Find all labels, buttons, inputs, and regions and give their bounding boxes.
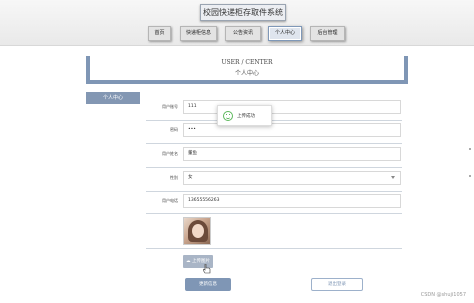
gender-label: 性别 [170, 175, 178, 180]
app-title: 校园快递柜存取件系统 [200, 4, 286, 21]
divider [146, 167, 402, 168]
upload-success-toast: 上传成功 [217, 105, 272, 126]
chevron-down-icon [391, 176, 395, 179]
user-center-heading-en: USER / CENTER [221, 59, 273, 66]
pointer-cursor-icon [203, 264, 211, 274]
nav-user-center[interactable]: 个人中心 [268, 26, 302, 41]
phone-field[interactable]: 13655556263 [183, 194, 401, 208]
divider [146, 213, 402, 214]
password-field[interactable]: ••• [183, 123, 401, 137]
avatar-image [183, 217, 211, 245]
nav-admin[interactable]: 后台管理 [310, 26, 345, 41]
scroll-marker [469, 175, 471, 177]
divider [146, 248, 402, 249]
user-center-banner: USER / CENTER 个人中心 [86, 56, 408, 84]
top-header: 校园快递柜存取件系统 首页 快递柜信息 公告资讯 个人中心 后台管理 [0, 0, 474, 46]
divider [146, 120, 402, 121]
divider [146, 191, 402, 192]
nav-home[interactable]: 首页 [148, 26, 171, 41]
user-center-heading-zh: 个人中心 [234, 70, 259, 77]
password-label: 密码 [170, 127, 178, 132]
nav-locker-info[interactable]: 快递柜信息 [180, 26, 217, 41]
name-field[interactable]: 董鱼 [183, 147, 401, 161]
logout-button[interactable]: 退出登录 [311, 278, 363, 291]
smile-success-icon [223, 111, 233, 121]
scroll-marker [469, 148, 471, 150]
phone-label: 用户电话 [162, 198, 178, 203]
gender-select[interactable]: 女 [183, 171, 401, 185]
account-label: 用户账号 [162, 104, 178, 109]
watermark: CSDN @shuji1057 [420, 292, 466, 298]
nav-announcements[interactable]: 公告资讯 [225, 26, 261, 41]
gender-selected-value: 女 [188, 175, 193, 180]
name-label: 用户姓名 [162, 151, 178, 156]
sidebar-tab-user-center[interactable]: 个人中心 [86, 92, 140, 104]
update-info-button[interactable]: 更新信息 [185, 278, 231, 291]
account-field[interactable]: 111 [183, 100, 401, 114]
divider [146, 143, 402, 144]
toast-message: 上传成功 [237, 114, 255, 119]
